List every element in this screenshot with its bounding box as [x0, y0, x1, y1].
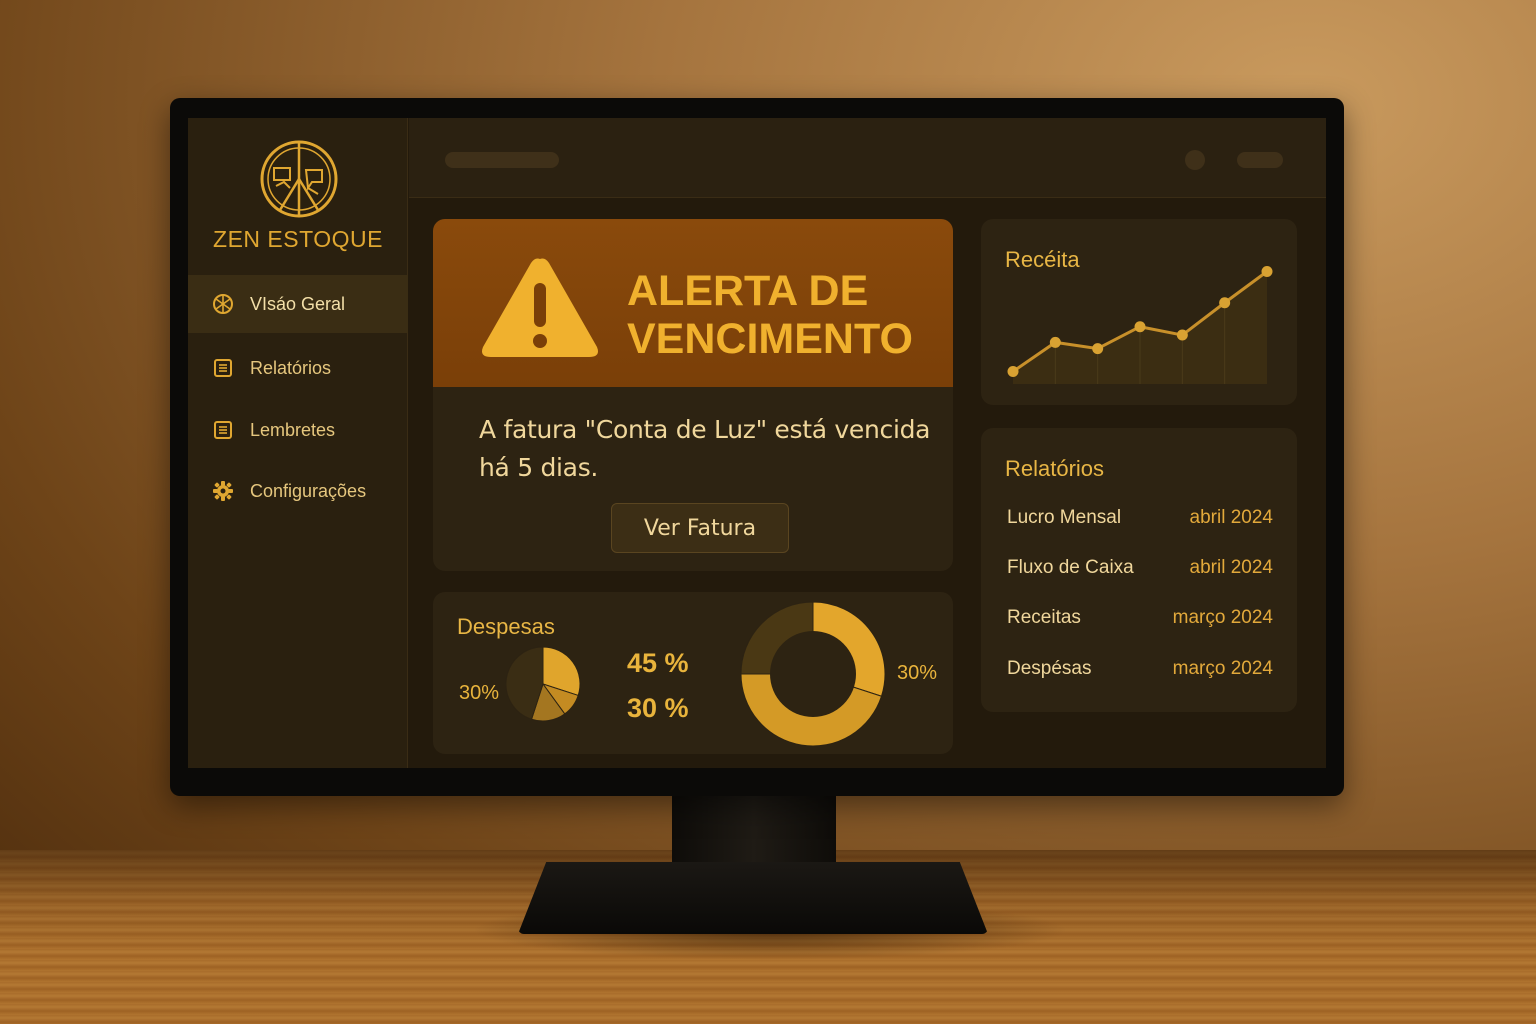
document-icon: [212, 419, 234, 441]
revenue-data-point: [1134, 321, 1146, 333]
report-row[interactable]: Despésas março 2024: [1007, 654, 1273, 684]
donut-percent-label: 30%: [897, 662, 938, 684]
alert-message: A fatura "Conta de Luz" está vencida há …: [479, 415, 931, 482]
report-name: Fluxo de Caixa: [1007, 557, 1134, 578]
search-placeholder-bar[interactable]: [445, 152, 559, 168]
donut-hole: [770, 631, 856, 717]
revenue-data-point: [1176, 329, 1188, 341]
top-bar: [409, 118, 1326, 198]
expense-percent-b: 30 %: [627, 693, 689, 723]
expenses-card: Despesas 30% 45 % 30 % 30%: [433, 592, 953, 754]
reports-card: Relatórios Lucro Mensal abril 2024 Fluxo…: [981, 428, 1297, 712]
report-row[interactable]: Receitas março 2024: [1007, 603, 1273, 633]
alert-card: ALERTA DE VENCIMENTO A fatura "Conta de …: [433, 219, 953, 571]
pie-percent-label: 30%: [459, 682, 500, 704]
expenses-title: Despesas: [457, 614, 555, 639]
app-screen: ZEN ESTOQUE VIsáo Geral Relatórios Lembr…: [188, 118, 1326, 768]
sidebar-item-configuracoes[interactable]: Configurações: [188, 462, 408, 520]
alert-title-line1: ALERTA DE: [627, 267, 869, 315]
revenue-data-point: [1049, 336, 1061, 348]
reports-title: Relatórios: [1005, 456, 1105, 481]
alert-title-line2: VENCIMENTO: [627, 315, 913, 363]
document-icon: [212, 357, 234, 379]
alert-header: ALERTA DE VENCIMENTO: [433, 219, 953, 387]
wheel-hand-logo-icon: [260, 140, 338, 218]
report-row[interactable]: Fluxo de Caixa abril 2024: [1007, 553, 1273, 583]
revenue-data-point: [1261, 266, 1273, 277]
report-name: Lucro Mensal: [1007, 507, 1122, 528]
sidebar-item-label: Relatórios: [250, 357, 332, 378]
menu-placeholder-button[interactable]: [1237, 152, 1283, 168]
monitor-stand-neck: [672, 792, 836, 870]
avatar[interactable]: [1185, 150, 1205, 170]
sidebar-item-label: VIsáo Geral: [250, 293, 346, 314]
sidebar-item-label: Configurações: [250, 480, 367, 501]
report-date: março 2024: [1172, 607, 1273, 628]
report-name: Receitas: [1007, 607, 1081, 628]
report-row[interactable]: Lucro Mensal abril 2024: [1007, 503, 1273, 533]
revenue-data-point: [1219, 297, 1231, 309]
report-date: abril 2024: [1189, 557, 1273, 578]
expense-percent-a: 45 %: [627, 648, 689, 678]
expenses-pie-chart: [505, 646, 581, 722]
alert-title: ALERTA DE VENCIMENTO: [627, 267, 947, 363]
expenses-donut-chart: [740, 601, 886, 747]
view-invoice-button[interactable]: Ver Fatura: [611, 503, 789, 553]
revenue-card: Recéita: [981, 219, 1297, 405]
report-date: abril 2024: [1189, 507, 1273, 528]
revenue-data-point: [1007, 366, 1019, 377]
monitor-stand-base: [518, 862, 988, 934]
sidebar-item-lembretes[interactable]: Lembretes: [188, 401, 408, 459]
revenue-line-chart: [1007, 266, 1273, 384]
sidebar: ZEN ESTOQUE VIsáo Geral Relatórios Lembr…: [188, 118, 408, 768]
brand-name: ZEN ESTOQUE: [213, 226, 383, 252]
gear-icon: [212, 480, 234, 502]
report-name: Despésas: [1007, 658, 1092, 679]
warning-triangle-icon: [482, 258, 598, 357]
report-date: março 2024: [1172, 658, 1273, 679]
sidebar-item-relatorios[interactable]: Relatórios: [188, 339, 408, 397]
revenue-data-point: [1092, 343, 1104, 355]
sidebar-item-label: Lembretes: [250, 419, 336, 440]
grid-globe-icon: [212, 293, 234, 315]
sidebar-item-visao-geral[interactable]: VIsáo Geral: [188, 275, 408, 333]
